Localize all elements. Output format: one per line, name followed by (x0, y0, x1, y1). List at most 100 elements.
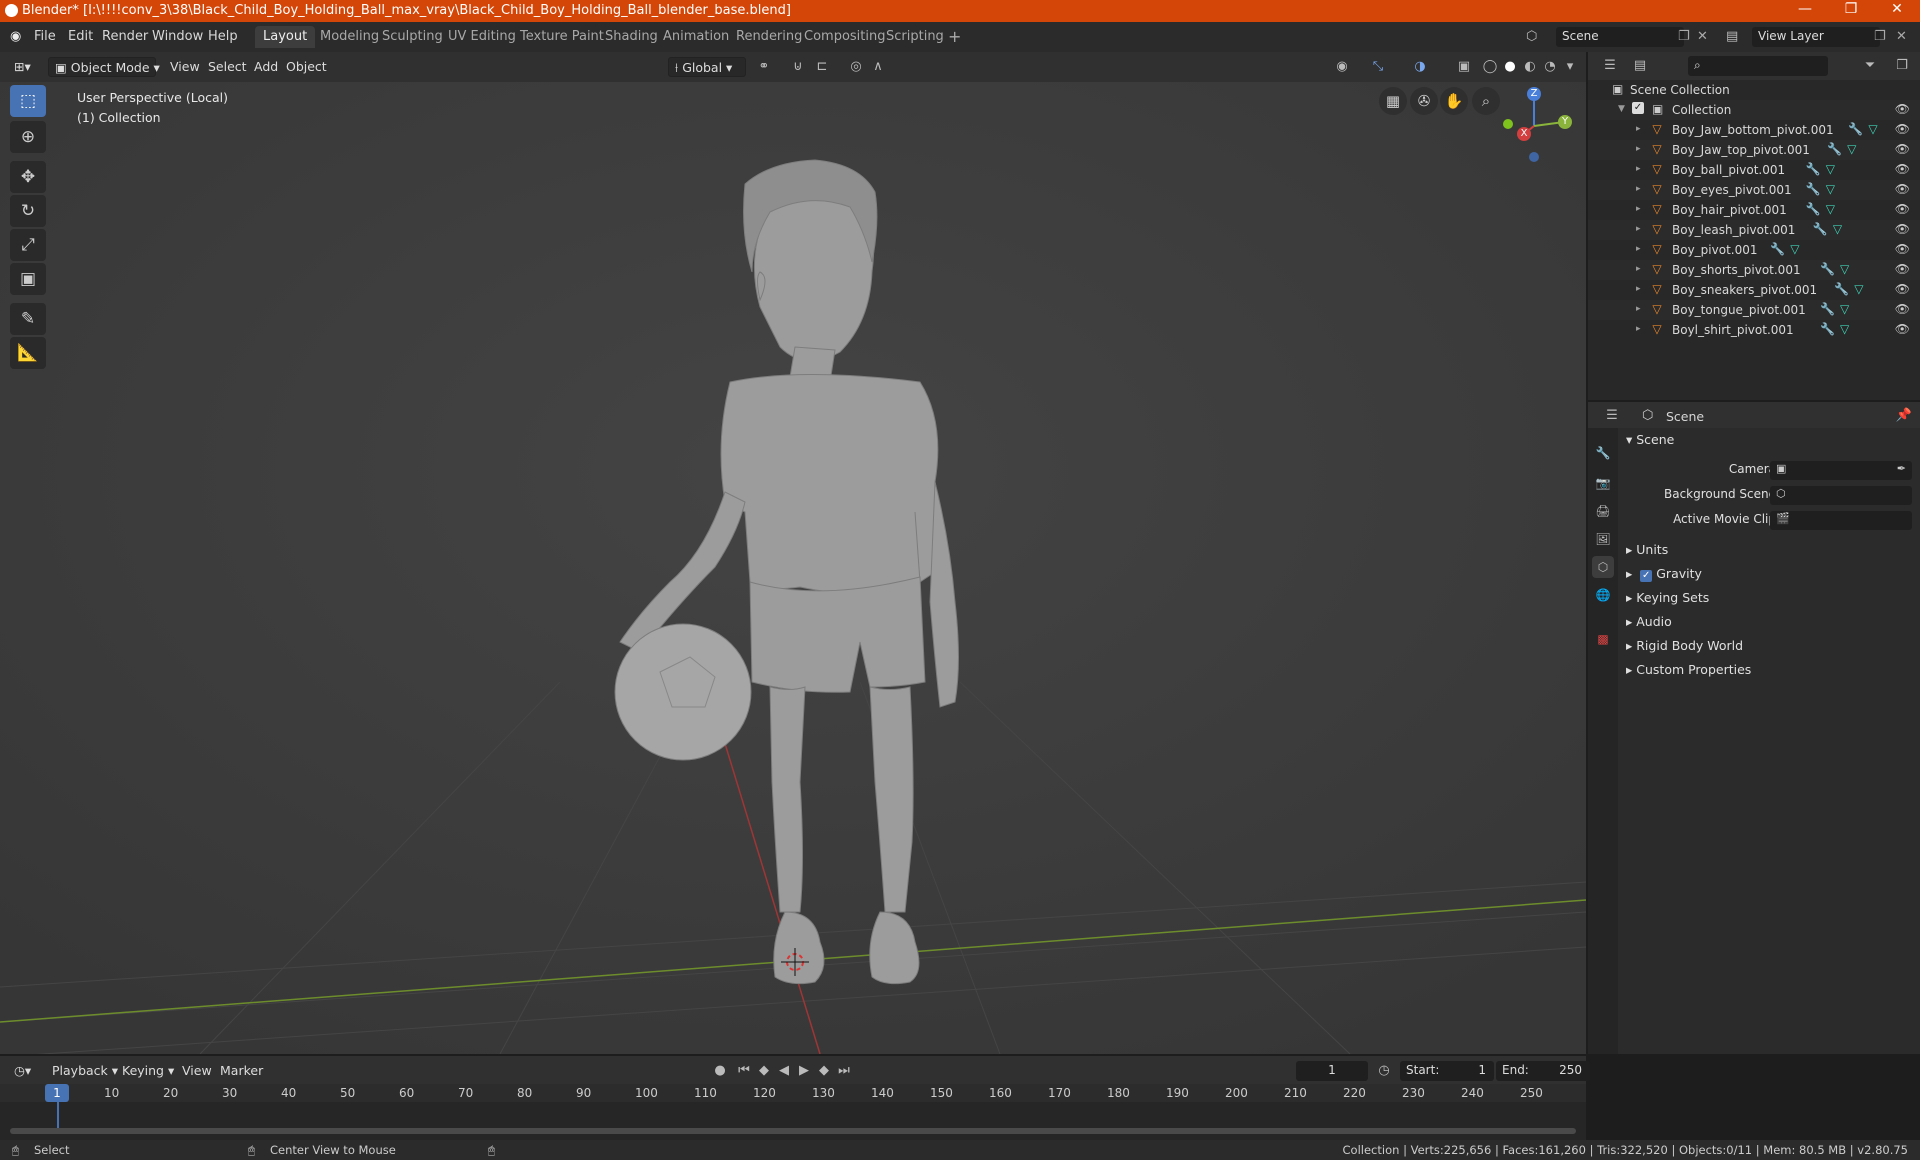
tab-scripting[interactable]: Scripting (878, 26, 952, 48)
select-menu[interactable]: Select (202, 57, 253, 77)
modifier-icon[interactable]: 🔧 (1820, 302, 1835, 316)
active-movie-clip-field[interactable]: 🎬 (1770, 511, 1912, 530)
outliner-row-object[interactable]: ▸ ▽ Boy_pivot.001 🔧 ▽ 👁 (1588, 240, 1920, 260)
camera-field[interactable]: ▣ ✒ (1770, 461, 1912, 480)
outliner-editor-type-icon[interactable]: ☰ (1600, 56, 1620, 76)
mesh-data-icon[interactable]: ▽ (1840, 322, 1849, 336)
modifier-icon[interactable]: 🔧 (1806, 202, 1821, 216)
expand-object-icon[interactable]: ▸ (1636, 324, 1641, 334)
delete-view-layer-icon[interactable]: ✕ (1896, 29, 1907, 44)
eye-icon[interactable]: 👁 (1895, 162, 1910, 176)
add-workspace-icon[interactable]: + (948, 27, 961, 46)
marker-menu[interactable]: Marker (214, 1061, 269, 1081)
gizmo-x-axis[interactable]: X (1517, 127, 1531, 141)
eye-icon[interactable]: 👁 (1895, 142, 1910, 156)
tab-animation[interactable]: Animation (655, 26, 737, 48)
modifier-icon[interactable]: 🔧 (1806, 162, 1821, 176)
gravity-section[interactable]: ▸ ✓ Gravity (1626, 566, 1702, 582)
annotate-tool-icon[interactable]: ✎ (10, 303, 46, 335)
falloff-icon[interactable]: ∧ (868, 57, 888, 77)
overlays-icon[interactable]: ◑ (1410, 57, 1430, 77)
new-collection-icon[interactable]: ❐ (1892, 56, 1912, 76)
timeline-view-menu[interactable]: View (176, 1061, 218, 1081)
tool-tab-icon[interactable]: 🔧 (1592, 442, 1614, 464)
scene-selector-icon[interactable]: ⬡ (1526, 29, 1537, 44)
keying-menu[interactable]: Keying ▾ (116, 1061, 180, 1081)
mesh-data-icon[interactable]: ▽ (1826, 202, 1835, 216)
menu-file[interactable]: File (34, 29, 56, 44)
modifier-icon[interactable]: 🔧 (1848, 122, 1863, 136)
modifier-icon[interactable]: 🔧 (1834, 282, 1849, 296)
object-menu[interactable]: Object (280, 57, 333, 77)
camera-view-icon[interactable]: ✇ (1410, 87, 1438, 115)
new-view-layer-icon[interactable]: ❐ (1874, 29, 1886, 44)
scene-panel-header[interactable]: ▾ Scene (1626, 432, 1674, 447)
play-reverse-icon[interactable]: ◀ (774, 1061, 794, 1081)
delete-scene-icon[interactable]: ✕ (1697, 29, 1708, 44)
eye-icon[interactable]: 👁 (1895, 282, 1910, 296)
filter-icon[interactable]: ⏷ (1860, 56, 1880, 76)
gizmo-toggle-icon[interactable]: ⤡ (1368, 57, 1388, 77)
mesh-data-icon[interactable]: ▽ (1833, 222, 1842, 236)
texture-tab-icon[interactable]: ▩ (1592, 628, 1614, 650)
collection-checkbox[interactable]: ✓ (1632, 102, 1644, 114)
eye-icon[interactable]: 👁 (1895, 102, 1910, 116)
world-tab-icon[interactable]: 🌐 (1592, 584, 1614, 606)
outliner-row-object[interactable]: ▸ ▽ Boy_Jaw_top_pivot.001 🔧 ▽ 👁 (1588, 140, 1920, 160)
shading-options-icon[interactable]: ▾ (1560, 57, 1580, 77)
menu-render[interactable]: Render (102, 29, 148, 44)
visibility-icon[interactable]: ◉ (1332, 57, 1352, 77)
mode-dropdown[interactable]: ▣ Object Mode ▾ (48, 57, 160, 77)
eye-icon[interactable]: 👁 (1895, 322, 1910, 336)
move-tool-icon[interactable]: ✥ (10, 161, 46, 193)
view-menu[interactable]: View (164, 57, 206, 77)
menu-edit[interactable]: Edit (68, 29, 93, 44)
mesh-data-icon[interactable]: ▽ (1826, 182, 1835, 196)
modifier-icon[interactable]: 🔧 (1827, 142, 1842, 156)
eye-icon[interactable]: 👁 (1895, 202, 1910, 216)
transform-tool-icon[interactable]: ▣ (10, 263, 46, 295)
scale-tool-icon[interactable]: ⤢ (10, 229, 46, 261)
timeline[interactable]: 10 20 30 40 50 60 70 80 90 100 110 120 130 140 150 160 1… (0, 1084, 1586, 1140)
outliner-row-object[interactable]: ▸ ▽ Boy_hair_pivot.001 🔧 ▽ 👁 (1588, 200, 1920, 220)
select-box-tool-icon[interactable]: ⬚ (10, 85, 46, 117)
mesh-data-icon[interactable]: ▽ (1847, 142, 1856, 156)
navigation-gizmo[interactable]: Z X Y (1498, 82, 1578, 172)
blender-menu-icon[interactable]: ◉ (10, 29, 21, 44)
view-layer-field[interactable]: View Layer (1752, 27, 1880, 47)
record-icon[interactable]: ● (710, 1061, 730, 1081)
outliner-row-object[interactable]: ▸ ▽ Boy_sneakers_pivot.001 🔧 ▽ 👁 (1588, 280, 1920, 300)
next-keyframe-icon[interactable]: ◆ (814, 1061, 834, 1081)
material-shading-icon[interactable]: ◐ (1520, 57, 1540, 77)
expand-object-icon[interactable]: ▸ (1636, 244, 1641, 254)
modifier-icon[interactable]: 🔧 (1813, 222, 1828, 236)
xray-icon[interactable]: ▣ (1454, 57, 1474, 77)
eye-icon[interactable]: 👁 (1895, 222, 1910, 236)
prev-keyframe-icon[interactable]: ◆ (754, 1061, 774, 1081)
timeline-scrollbar[interactable] (10, 1128, 1576, 1134)
play-icon[interactable]: ▶ (794, 1061, 814, 1081)
mesh-data-icon[interactable]: ▽ (1868, 122, 1877, 136)
expand-object-icon[interactable]: ▸ (1636, 184, 1641, 194)
snap-target-icon[interactable]: ⊏ (812, 57, 832, 77)
minimize-button[interactable]: — (1782, 1, 1828, 21)
pivot-point-icon[interactable]: ⚭ (754, 57, 774, 77)
display-mode-icon[interactable]: ▤ (1630, 56, 1650, 76)
expand-object-icon[interactable]: ▸ (1636, 284, 1641, 294)
mesh-data-icon[interactable]: ▽ (1790, 242, 1799, 256)
close-button[interactable]: ✕ (1874, 1, 1920, 21)
3d-viewport[interactable]: User Perspective (Local) (1) Collection … (0, 82, 1586, 1054)
eyedropper-icon[interactable]: ✒ (1897, 462, 1906, 475)
jump-start-icon[interactable]: ⏮ (734, 1061, 754, 1081)
expand-object-icon[interactable]: ▸ (1636, 224, 1641, 234)
modifier-icon[interactable]: 🔧 (1770, 242, 1785, 256)
current-frame-field[interactable]: 1 (1296, 1061, 1368, 1081)
eye-icon[interactable]: 👁 (1895, 302, 1910, 316)
measure-tool-icon[interactable]: 📐 (10, 337, 46, 369)
timeline-editor-type-icon[interactable]: ◷▾ (8, 1061, 37, 1081)
playhead[interactable]: 1 (45, 1084, 69, 1102)
mesh-data-icon[interactable]: ▽ (1840, 302, 1849, 316)
end-frame-field[interactable]: End: 250 (1496, 1061, 1590, 1081)
render-tab-icon[interactable]: 📷 (1592, 472, 1614, 494)
outliner-row-object[interactable]: ▸ ▽ Boy_eyes_pivot.001 🔧 ▽ 👁 (1588, 180, 1920, 200)
